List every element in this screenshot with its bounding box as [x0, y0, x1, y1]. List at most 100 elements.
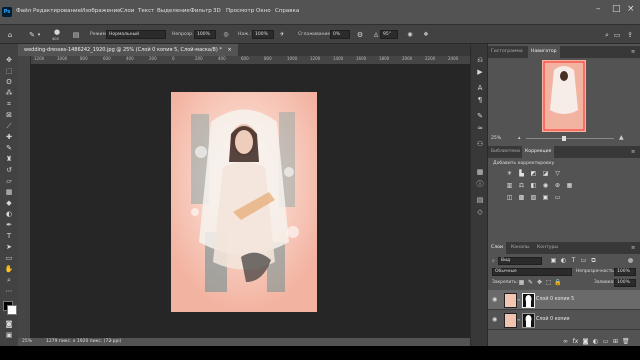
more-tools-icon[interactable]: ⋯ [4, 287, 14, 295]
lock-all-icon[interactable]: 🔒 [554, 279, 561, 286]
background-color-swatch[interactable] [7, 305, 17, 315]
close-window-icon[interactable]: × [627, 4, 635, 14]
status-arrow-icon[interactable]: › [110, 338, 112, 344]
hand-tool-icon[interactable]: ✋ [4, 265, 14, 273]
filter-type-icon[interactable]: T [570, 257, 577, 264]
menu-3d[interactable]: 3D [213, 8, 221, 14]
document-tab[interactable]: wedding-dresses-1486242_1920.jpg @ 25% (… [18, 44, 238, 56]
eye-icon[interactable]: ◉ [492, 296, 497, 303]
angle-field[interactable]: 95° [380, 30, 398, 39]
layer-row-selected[interactable]: ◉ ∞ Слой 0 копия 5 [488, 290, 640, 310]
minimize-icon[interactable]: – [596, 4, 601, 14]
move-tool-icon[interactable]: ✥ [4, 56, 14, 64]
layer-opacity-field[interactable]: 100% [614, 268, 636, 276]
black-white-icon[interactable]: ◧ [530, 182, 537, 189]
home-icon[interactable]: ⌂ [6, 31, 14, 39]
opacity-field[interactable]: 100% [194, 30, 216, 39]
layer-mask-thumbnail[interactable] [522, 293, 535, 308]
threshold-icon[interactable]: ▨ [530, 194, 537, 201]
menu-select[interactable]: Выделение [157, 8, 190, 14]
workspace-icon[interactable]: ▭ [613, 31, 621, 39]
layer-thumbnail[interactable] [504, 293, 517, 308]
levels-icon[interactable]: ▙ [518, 170, 525, 177]
menu-file[interactable]: Файл [16, 8, 31, 14]
eyedropper-tool-icon[interactable]: ⟋ [4, 122, 14, 130]
gradient-tool-icon[interactable]: ▦ [4, 188, 14, 196]
layer-row[interactable]: ◉ ∞ Слой 0 копия [488, 310, 640, 330]
layer-mask-thumbnail[interactable] [522, 313, 535, 328]
filter-toggle-icon[interactable] [628, 258, 633, 263]
healing-brush-tool-icon[interactable]: ✚ [4, 133, 14, 141]
brush-settings-icon[interactable]: ▤ [72, 31, 80, 39]
airbrush-icon[interactable]: ✈ [278, 31, 286, 39]
tab-adjustments[interactable]: Коррекция [522, 146, 555, 158]
menu-image[interactable]: Изображение [81, 8, 121, 14]
share-icon[interactable]: ⇪ [626, 31, 634, 39]
type-tool-icon[interactable]: T [4, 232, 14, 240]
new-group-icon[interactable]: ▭ [602, 338, 609, 345]
brush-tool-icon[interactable]: ✎ [28, 31, 36, 39]
shape-tool-icon[interactable]: ▭ [4, 254, 14, 262]
navigator-thumbnail[interactable] [542, 60, 586, 132]
swatches-panel-icon[interactable]: ▤ [475, 196, 485, 204]
layer-kind-filter[interactable]: Вид [498, 257, 542, 265]
history-brush-tool-icon[interactable]: ↺ [4, 166, 14, 174]
pen-tool-icon[interactable]: ✒ [4, 221, 14, 229]
mode-select[interactable]: Нормальный [106, 30, 166, 39]
lock-position-icon[interactable]: ✥ [536, 279, 543, 286]
brush-preset-icon[interactable]: ● [52, 28, 62, 36]
close-tab-icon[interactable]: × [227, 47, 231, 53]
zoom-out-icon[interactable]: ▴ [518, 135, 521, 141]
filter-pixel-icon[interactable]: ▣ [550, 257, 557, 264]
clone-source-panel-icon[interactable]: ⚇ [475, 140, 485, 148]
tab-navigator[interactable]: Навигатор [528, 46, 560, 58]
panel-menu-icon[interactable]: ≡ [631, 245, 635, 251]
menu-help[interactable]: Справка [275, 8, 299, 14]
pressure-field[interactable]: 100% [252, 30, 274, 39]
blur-tool-icon[interactable]: ◆ [4, 199, 14, 207]
gear-icon[interactable]: ⚙ [356, 31, 364, 39]
history-panel-icon[interactable]: ⎌ [475, 56, 485, 64]
fill-field[interactable]: 100% [614, 279, 636, 287]
menu-layers[interactable]: Слои [120, 8, 134, 14]
actions-panel-icon[interactable]: ▶ [475, 68, 485, 76]
info-panel-icon[interactable]: ⓘ [475, 180, 485, 188]
posterize-icon[interactable]: ▩ [518, 194, 525, 201]
pressure-opacity-icon[interactable]: ◎ [222, 31, 230, 39]
navigator-zoom-slider[interactable] [526, 138, 614, 139]
menu-view[interactable]: Просмотр [226, 8, 254, 14]
character-panel-icon[interactable]: A [475, 84, 485, 92]
filter-adjustment-icon[interactable]: ◐ [560, 257, 567, 264]
lasso-tool-icon[interactable]: ʘ [4, 78, 14, 86]
photo-filter-icon[interactable]: ◉ [542, 182, 549, 189]
curves-icon[interactable]: ◩ [530, 170, 537, 177]
smoothing-field[interactable]: 0% [330, 30, 350, 39]
chain-icon[interactable]: ∞ [517, 317, 520, 322]
tab-channels[interactable]: Каналы [508, 242, 532, 254]
eye-icon[interactable]: ◉ [492, 316, 497, 323]
lock-transparent-icon[interactable]: ▦ [518, 279, 525, 286]
frame-tool-icon[interactable]: ⊠ [4, 111, 14, 119]
gradient-map-icon[interactable]: ▭ [554, 194, 561, 201]
tool-preset-dropdown-icon[interactable]: ▾ [36, 31, 42, 39]
pressure-size-icon[interactable]: ◉ [406, 31, 414, 39]
menu-edit[interactable]: Редактирование [33, 8, 81, 14]
layer-name[interactable]: Слой 0 копия [536, 317, 570, 322]
path-select-tool-icon[interactable]: ➤ [4, 243, 14, 251]
blend-mode-select[interactable]: Обычные [492, 268, 572, 276]
brightness-contrast-icon[interactable]: ☀ [506, 170, 513, 177]
tab-layers[interactable]: Слои [488, 242, 506, 254]
quick-select-tool-icon[interactable]: ⁂ [4, 89, 14, 97]
chain-icon[interactable]: ∞ [517, 297, 520, 302]
zoom-level[interactable]: 25% [22, 339, 32, 344]
vibrance-icon[interactable]: ▽ [554, 170, 561, 177]
symmetry-icon[interactable]: ❖ [422, 31, 430, 39]
layer-thumbnail[interactable] [504, 313, 517, 328]
menu-type[interactable]: Текст [138, 8, 154, 14]
clone-stamp-tool-icon[interactable]: ♜ [4, 155, 14, 163]
invert-icon[interactable]: ◫ [506, 194, 513, 201]
zoom-in-icon[interactable]: ▲ [619, 134, 624, 141]
layer-style-icon[interactable]: fx [572, 338, 579, 345]
panel-menu-icon[interactable]: ≡ [631, 49, 635, 55]
properties-panel-icon[interactable]: ▦ [475, 168, 485, 176]
